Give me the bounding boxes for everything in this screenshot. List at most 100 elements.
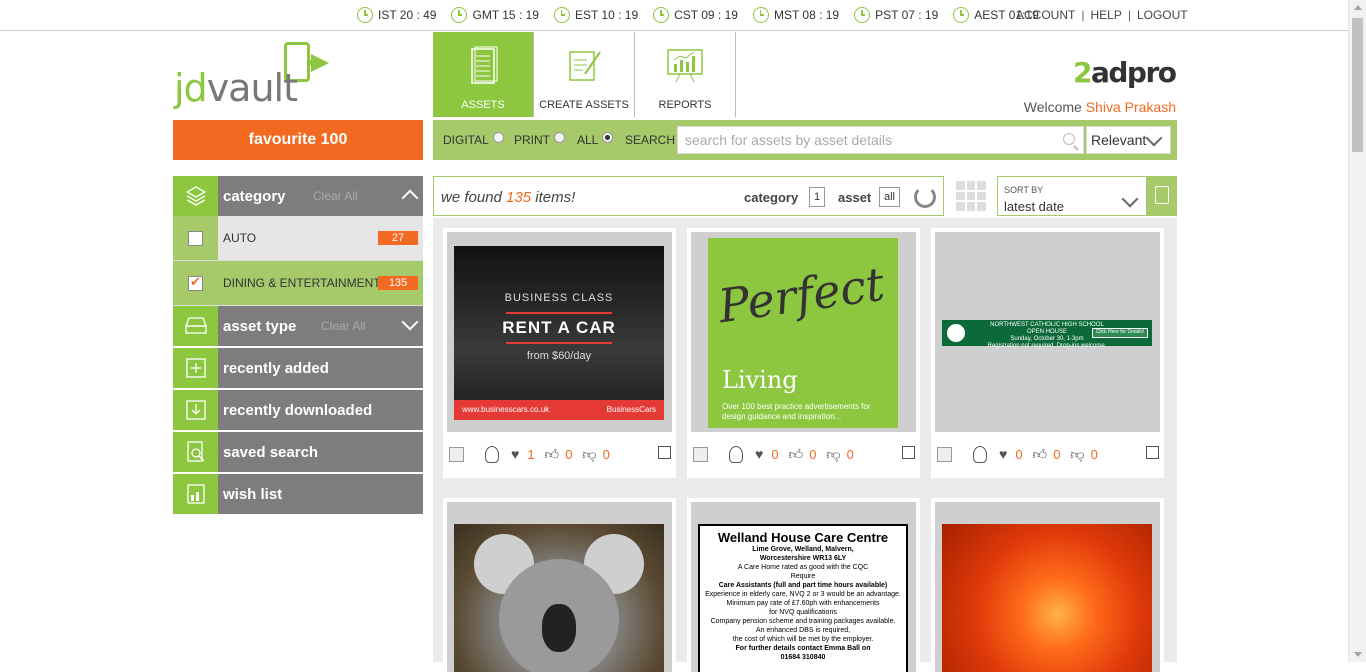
clock-ist: IST 20 : 49 — [357, 7, 436, 23]
select-checkbox[interactable] — [693, 446, 708, 462]
thumbs-up-icon[interactable]: 👍︎ — [789, 446, 804, 463]
help-link[interactable]: HELP — [1090, 8, 1121, 22]
sort-search-button[interactable] — [1147, 176, 1177, 216]
logout-link[interactable]: LOGOUT — [1137, 8, 1188, 22]
checkbox-dining[interactable] — [188, 274, 203, 291]
thumbs-up-icon[interactable]: 👍︎ — [1033, 446, 1048, 463]
asset-thumbnail[interactable]: Perfect Living Over 100 best practice ad… — [691, 232, 916, 432]
filter-print[interactable]: PRINT — [514, 131, 565, 147]
sidebar-category-header[interactable]: category Clear All — [173, 176, 423, 216]
radio-all[interactable] — [602, 131, 614, 143]
lightbulb-icon[interactable] — [729, 445, 743, 463]
chevron-down-icon — [1145, 129, 1163, 147]
category-filter-count[interactable]: 1 — [809, 187, 826, 207]
asset-grid: BUSINESS CLASS RENT A CAR from $60/day w… — [433, 218, 1177, 672]
category-item-auto[interactable]: AUTO 27 — [173, 216, 423, 261]
chevron-down-icon[interactable] — [401, 313, 419, 331]
tab-reports[interactable]: REPORTS — [635, 32, 736, 117]
radio-digital[interactable] — [492, 131, 504, 143]
account-link[interactable]: ACCOUNT — [1016, 8, 1075, 22]
asset-thumbnail[interactable] — [935, 502, 1160, 672]
asset-card[interactable]: Perfect Living Over 100 best practice ad… — [687, 228, 920, 478]
radio-print[interactable] — [554, 131, 565, 143]
sidebar-asset-type-header[interactable]: asset type Clear All — [173, 306, 423, 346]
relevance-select[interactable]: Relevant — [1086, 126, 1171, 154]
asset-card[interactable]: Welland House Care Centre Lime Grove, We… — [687, 498, 920, 672]
adpro-logo: 2adpro — [1073, 56, 1177, 89]
lightbulb-icon[interactable] — [485, 445, 499, 463]
filter-all[interactable]: ALL — [577, 131, 614, 147]
separator: | — [1127, 8, 1131, 22]
lightbulb-icon[interactable] — [973, 445, 987, 463]
heart-icon[interactable]: ♥ — [999, 446, 1007, 462]
select-checkbox[interactable] — [937, 446, 952, 462]
card-actions: ♥ 0 👍︎ 0 👎︎ 0 — [937, 444, 1159, 464]
jdvault-logo[interactable]: jdvault — [174, 40, 334, 110]
category-item-dining[interactable]: DINING & ENTERTAINMENT 135 — [173, 261, 423, 306]
heart-icon[interactable]: ♥ — [511, 446, 519, 462]
clock-est: EST 10 : 19 — [553, 7, 638, 23]
document-list-icon — [471, 46, 498, 84]
search-label: SEARCH — [625, 133, 676, 147]
scrollbar-thumb[interactable] — [1352, 18, 1363, 152]
sidebar-item-saved-search[interactable]: saved search — [173, 432, 423, 472]
search-bar: DIGITAL PRINT ALL SEARCH search for asse… — [433, 120, 1177, 160]
clock-icon — [752, 7, 769, 23]
tray-icon — [184, 317, 207, 334]
tab-assets[interactable]: ASSETS — [433, 32, 534, 117]
school-seal-icon — [945, 322, 967, 344]
asset-thumbnail[interactable]: Welland House Care Centre Lime Grove, We… — [691, 502, 916, 672]
thumbs-down-icon[interactable]: 👎︎ — [826, 446, 840, 463]
search-document-icon — [1155, 186, 1169, 204]
thumbs-down-icon[interactable]: 👎︎ — [582, 446, 596, 463]
refresh-icon[interactable] — [914, 186, 936, 208]
chevron-down-icon — [1121, 190, 1139, 208]
scroll-up-arrow-icon[interactable] — [1354, 5, 1362, 10]
sidebar: category Clear All AUTO 27 DINING & ENTE… — [173, 176, 423, 516]
asset-card[interactable] — [443, 498, 676, 672]
category-clear-all[interactable]: Clear All — [313, 189, 358, 203]
card-actions: ♥ 0 👍︎ 0 👎︎ 0 — [693, 444, 915, 464]
clock-mst: MST 08 : 19 — [752, 7, 839, 23]
asset-card[interactable]: NORTHWEST CATHOLIC HIGH SCHOOL OPEN HOUS… — [931, 228, 1164, 478]
heart-icon[interactable]: ♥ — [755, 446, 763, 462]
top-bar: IST 20 : 49 GMT 15 : 19 EST 10 : 19 CST … — [0, 0, 1348, 31]
search-icon[interactable] — [1063, 133, 1075, 145]
chevron-up-icon[interactable] — [401, 189, 419, 207]
thumbs-down-icon[interactable]: 👎︎ — [1070, 446, 1084, 463]
open-external-icon[interactable] — [902, 446, 915, 459]
download-icon — [185, 400, 206, 420]
user-name[interactable]: Shiva Prakash — [1086, 99, 1176, 115]
rent-a-car-ad: BUSINESS CLASS RENT A CAR from $60/day w… — [454, 246, 664, 420]
asset-thumbnail[interactable]: BUSINESS CLASS RENT A CAR from $60/day w… — [447, 232, 672, 432]
open-external-icon[interactable] — [1146, 446, 1159, 459]
search-input[interactable]: search for assets by asset details — [677, 126, 1084, 154]
search-document-icon — [186, 441, 204, 462]
arrow-icon — [311, 54, 329, 72]
koala-photo — [454, 524, 664, 672]
sidebar-item-recently-downloaded[interactable]: recently downloaded — [173, 390, 423, 430]
thumbs-up-icon[interactable]: 👍︎ — [545, 446, 560, 463]
filter-digital[interactable]: DIGITAL — [443, 131, 504, 147]
scroll-down-arrow-icon[interactable] — [1354, 652, 1362, 657]
sidebar-item-recently-added[interactable]: recently added — [173, 348, 423, 388]
asset-type-clear-all[interactable]: Clear All — [321, 319, 366, 333]
asset-card[interactable]: BUSINESS CLASS RENT A CAR from $60/day w… — [443, 228, 676, 478]
tab-create-assets[interactable]: CREATE ASSETS — [534, 32, 635, 117]
asset-thumbnail[interactable]: NORTHWEST CATHOLIC HIGH SCHOOL OPEN HOUS… — [935, 232, 1160, 432]
sidebar-item-wish-list[interactable]: wish list — [173, 474, 423, 514]
clock-icon — [553, 7, 570, 23]
asset-thumbnail[interactable] — [447, 502, 672, 672]
sort-by-select[interactable]: SORT BY latest date — [997, 176, 1147, 216]
open-external-icon[interactable] — [658, 446, 671, 459]
grid-view-icon[interactable] — [956, 181, 986, 211]
asset-filter-value[interactable]: all — [879, 187, 901, 207]
select-checkbox[interactable] — [449, 446, 464, 462]
world-clocks: IST 20 : 49 GMT 15 : 19 EST 10 : 19 CST … — [357, 7, 1054, 23]
favourite-100-button[interactable]: favourite 100 — [173, 120, 423, 160]
checkbox-auto[interactable] — [188, 230, 203, 246]
separator: | — [1081, 8, 1085, 22]
asset-card[interactable] — [931, 498, 1164, 672]
page-scrollbar[interactable] — [1348, 0, 1366, 662]
welcome-text: Welcome Shiva Prakash — [1023, 99, 1176, 115]
